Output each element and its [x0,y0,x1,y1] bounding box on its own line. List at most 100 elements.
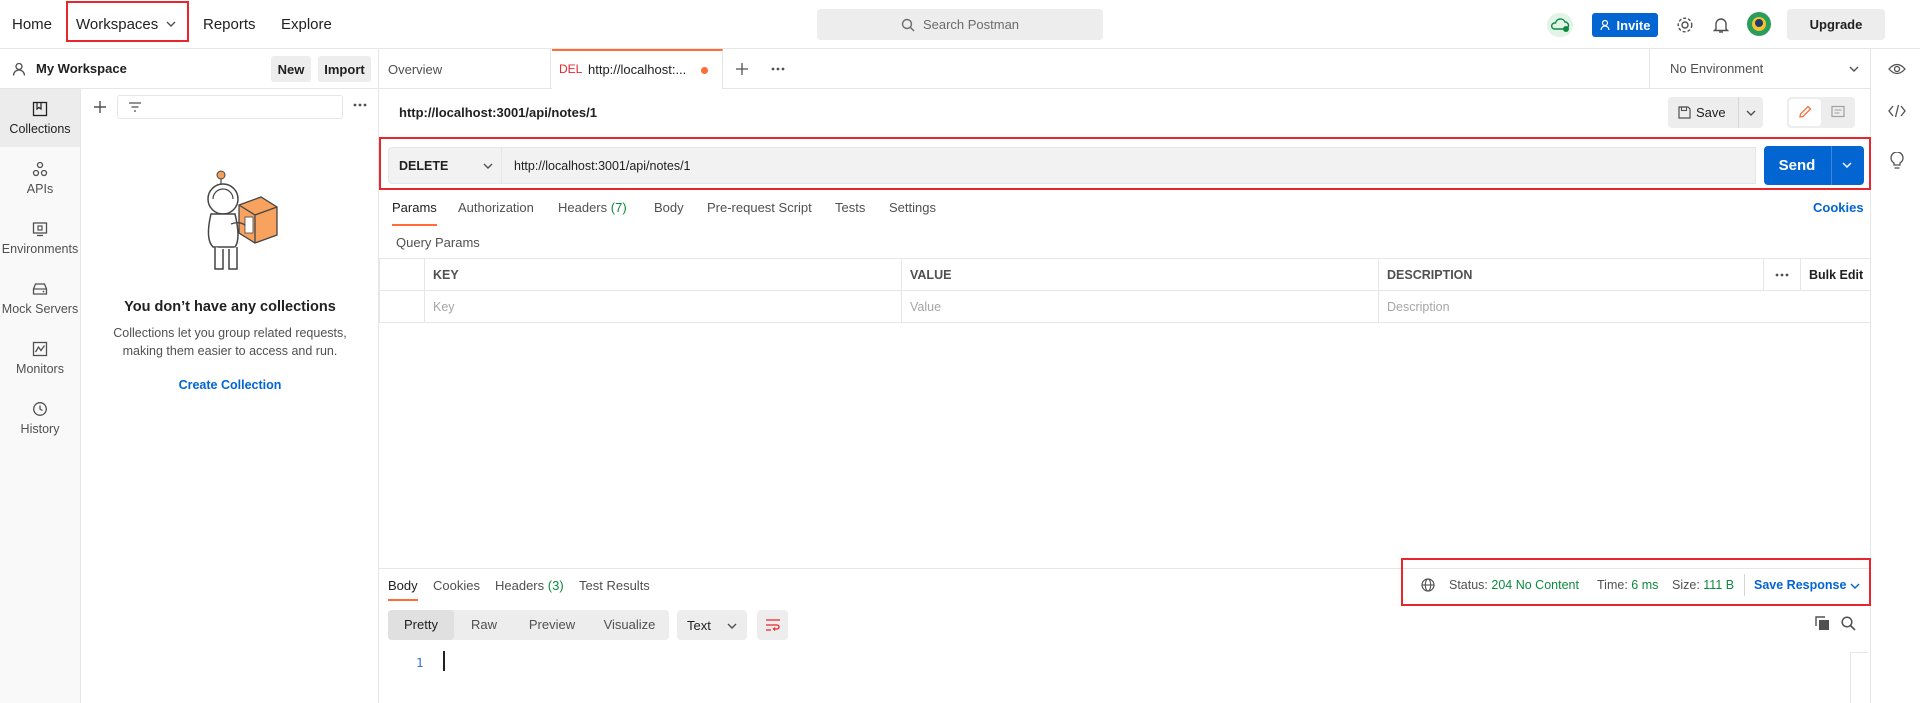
tab-prerequest-script[interactable]: Pre-request Script [707,200,812,226]
format-select[interactable]: Text [677,610,747,640]
view-toggle [1787,97,1855,128]
response-size: Size: 111 B [1672,578,1735,592]
view-preview[interactable]: Preview [514,610,590,640]
avatar[interactable] [1747,12,1771,36]
nav-home[interactable]: Home [12,0,52,49]
copy-icon[interactable] [1815,616,1830,631]
empty-title: You don’t have any collections [124,299,336,315]
invite-button[interactable]: Invite [1592,13,1658,37]
tab-body[interactable]: Body [654,200,684,226]
url-value: http://localhost:3001/api/notes/1 [514,159,691,173]
chevron-down-icon[interactable] [1745,107,1757,119]
apis-icon [32,161,48,177]
new-tab-plus-icon[interactable] [735,62,749,76]
send-button[interactable]: Send [1764,146,1830,185]
chevron-down-icon[interactable] [1841,159,1853,171]
tab-settings[interactable]: Settings [889,200,936,226]
environment-selector[interactable]: No Environment [1649,49,1870,89]
query-params-label: Query Params [396,235,480,250]
tab-active-request[interactable]: DEL http://localhost:... [552,49,723,89]
view-pretty[interactable]: Pretty [388,610,454,640]
tab-tests[interactable]: Tests [835,200,865,226]
save-button-group: Save [1668,97,1763,128]
url-input[interactable]: http://localhost:3001/api/notes/1 [502,147,1756,184]
search-placeholder: Search Postman [922,17,1020,32]
sidebar-item-history[interactable]: History [0,389,80,447]
view-raw[interactable]: Raw [454,610,514,640]
globe-icon[interactable] [1421,578,1435,592]
status-value: 204 No Content [1491,578,1579,592]
collection-filter-input[interactable] [117,95,343,119]
sidebar-item-apis[interactable]: APIs [0,149,80,207]
key-input[interactable]: Key [424,290,902,323]
upgrade-button[interactable]: Upgrade [1787,9,1885,40]
plus-icon[interactable] [93,100,107,114]
value-input[interactable]: Value [901,290,1379,323]
request-title[interactable]: http://localhost:3001/api/notes/1 [399,105,597,120]
search-icon[interactable] [1841,616,1856,631]
method-select[interactable]: DELETE [388,147,502,184]
key-header: KEY [424,258,902,291]
gear-icon[interactable] [1676,16,1694,34]
response-status: Status: 204 No Content [1449,578,1579,592]
wrap-lines-icon [765,618,781,632]
comment-icon[interactable] [1831,105,1845,119]
save-divider [1738,97,1739,128]
pencil-icon [1798,105,1812,119]
create-collection-link[interactable]: Create Collection [81,378,379,392]
description-input[interactable]: Description [1378,290,1871,323]
lightbulb-icon[interactable] [1890,152,1904,170]
response-tab-test-results[interactable]: Test Results [579,578,650,593]
sidebar-item-collections[interactable]: Collections [0,89,80,147]
sidebar-item-environments[interactable]: Environments [0,209,80,267]
text-cursor [443,651,445,671]
time-value: 6 ms [1631,578,1659,592]
sidebar: Collections APIs Environments Mock Serve… [0,89,81,703]
more-options-icon[interactable] [353,103,367,107]
save-response-button[interactable]: Save Response [1754,578,1846,592]
edit-mode-button[interactable] [1789,99,1821,126]
send-button-group: Send [1764,146,1864,185]
tab-headers[interactable]: Headers (7) [558,200,627,226]
chevron-down-icon[interactable] [165,18,177,30]
search-input[interactable]: Search Postman [817,9,1103,40]
eye-icon[interactable] [1888,62,1906,76]
chevron-down-icon [482,160,494,172]
sidebar-item-label: APIs [26,181,54,196]
import-button[interactable]: Import [318,56,371,82]
tab-options-icon[interactable] [771,67,785,71]
tab-authorization[interactable]: Authorization [458,200,534,226]
workspace-name[interactable]: My Workspace [36,61,127,76]
bell-icon[interactable] [1713,16,1729,34]
tab-params[interactable]: Params [392,200,437,226]
sidebar-item-monitors[interactable]: Monitors [0,329,80,387]
editor-scrollbar[interactable] [1850,652,1868,703]
tab-title: http://localhost:... [588,62,687,77]
nav-workspaces[interactable]: Workspaces [76,0,158,49]
method-value: DELETE [399,159,449,173]
nav-explore[interactable]: Explore [281,0,332,49]
chevron-down-icon [1848,63,1860,75]
response-tab-body[interactable]: Body [388,578,418,601]
tab-method: DEL [559,62,583,76]
response-tab-headers[interactable]: Headers (3) [495,578,564,593]
workspace-header: My Workspace New Import [0,49,379,89]
response-tab-cookies[interactable]: Cookies [433,578,480,593]
cloud-sync-icon[interactable] [1547,13,1573,37]
new-button[interactable]: New [271,56,311,82]
table-options-icon[interactable] [1763,258,1801,291]
nav-reports[interactable]: Reports [203,0,256,49]
send-divider [1831,146,1832,185]
value-header: VALUE [901,258,1379,291]
view-visualize[interactable]: Visualize [590,610,669,640]
code-icon[interactable] [1888,104,1906,118]
tab-overview[interactable]: Overview [379,49,551,89]
chevron-down-icon[interactable] [1849,580,1861,592]
bulk-edit-button[interactable]: Bulk Edit [1800,258,1871,291]
unsaved-dot [701,67,708,74]
wrap-lines-button[interactable] [757,610,788,640]
status-divider [1744,574,1745,596]
sidebar-item-mock-servers[interactable]: Mock Servers [0,269,80,327]
cookies-link[interactable]: Cookies [1813,200,1864,215]
save-button[interactable]: Save [1696,105,1726,120]
